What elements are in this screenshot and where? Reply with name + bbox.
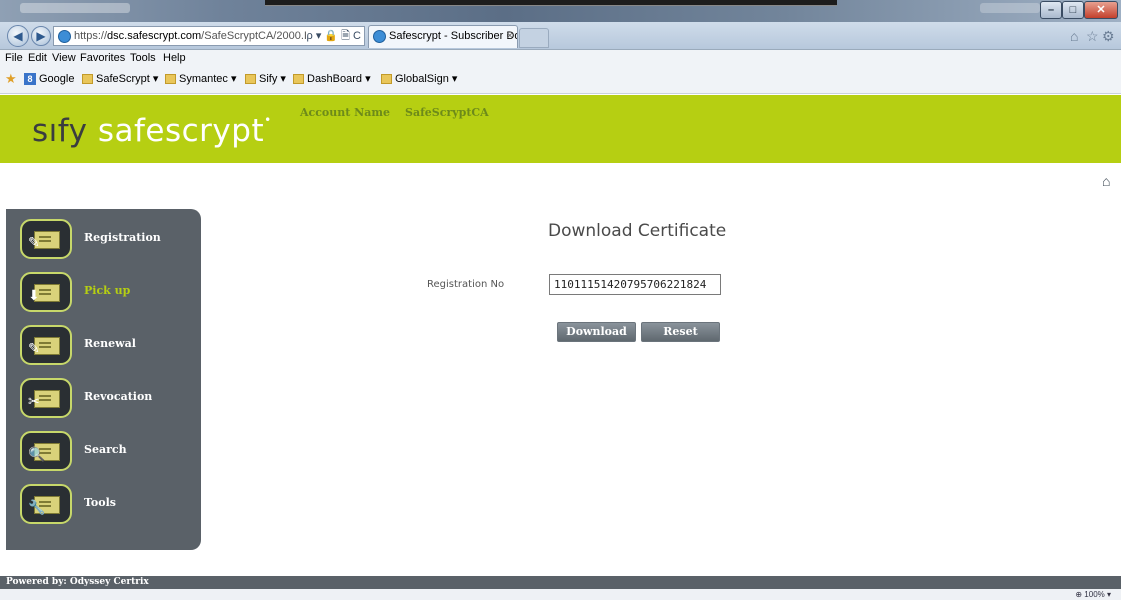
address-prefix: https:// [74, 30, 108, 42]
favorite-google[interactable]: 8 Google [24, 67, 74, 91]
folder-icon [381, 74, 392, 85]
certificate-pen-icon: ✎ [20, 219, 72, 259]
browser-nav-bar: ◀ ▶ https://dsc.safescrypt.com/SafeScryp… [0, 22, 1121, 50]
powered-by-text: Powered by: Odyssey Certrix [6, 577, 149, 587]
minimize-button[interactable]: – [1040, 1, 1062, 19]
back-arrow-icon: ◀ [13, 29, 23, 43]
tab-active[interactable]: Safescrypt - Subscriber Do... × [368, 25, 518, 48]
download-button[interactable]: Download [557, 322, 636, 342]
site-footer: Powered by: Odyssey Certrix [0, 576, 1121, 589]
new-tab-button[interactable] [519, 28, 549, 48]
tab-close-icon[interactable]: × [507, 26, 513, 47]
menu-help[interactable]: Help [163, 50, 186, 67]
home-icon[interactable]: ⌂ [1102, 174, 1116, 188]
favorites-star-icon[interactable]: ★ [5, 67, 17, 91]
sify-safescrypt-logo[interactable]: sıfy safescrypt• [32, 113, 272, 149]
sidebar-item-label: Registration [84, 231, 161, 244]
logo-sify-text: sıfy [32, 113, 88, 149]
forward-button[interactable]: ▶ [31, 26, 51, 46]
favorite-dashboard[interactable]: DashBoard ▾ [293, 67, 371, 91]
account-name-value: SafeScryptCA [405, 106, 489, 119]
browser-window: – □ ✕ ◀ ▶ https://dsc.safescrypt.com/Saf… [0, 0, 1121, 600]
sidebar-item-label: Renewal [84, 337, 136, 350]
folder-icon [165, 74, 176, 85]
forward-arrow-icon: ▶ [36, 29, 46, 43]
sidebar-item-label: Search [84, 443, 127, 456]
favorites-star-icon[interactable]: ☆ [1086, 28, 1099, 45]
settings-gear-icon[interactable]: ⚙ [1102, 28, 1115, 45]
registration-no-input[interactable] [549, 274, 721, 295]
sidebar-item-label: Tools [84, 496, 116, 509]
back-button[interactable]: ◀ [7, 25, 29, 47]
top-crop-strip [265, 0, 837, 6]
sidebar-item-tools[interactable]: 🔧 Tools [20, 484, 195, 526]
reset-button[interactable]: Reset [641, 322, 720, 342]
certificate-tools-icon: 🔧 [20, 484, 72, 524]
sidebar-item-renewal[interactable]: ✎ Renewal [20, 325, 195, 367]
menu-favorites[interactable]: Favorites [80, 50, 125, 67]
home-browser-icon[interactable]: ⌂ [1070, 28, 1078, 44]
favorite-safescrypt[interactable]: SafeScrypt ▾ [82, 67, 158, 91]
folder-icon [293, 74, 304, 85]
certificate-download-icon: ⬇ [20, 272, 72, 312]
folder-icon [82, 74, 93, 85]
page-title: Download Certificate [548, 221, 727, 241]
sidebar-item-registration[interactable]: ✎ Registration [20, 219, 195, 261]
maximize-button[interactable]: □ [1062, 1, 1084, 19]
logo-mark: • [264, 113, 272, 127]
registration-no-label: Registration No [427, 279, 505, 290]
title-text-blurred [20, 3, 130, 13]
google-icon: 8 [24, 73, 36, 86]
address-tools-icons[interactable]: ρ ▾ 🔒 🗎 C [307, 27, 362, 45]
search-box-blurred [980, 3, 1040, 13]
menu-view[interactable]: View [52, 50, 76, 67]
sidebar-item-search[interactable]: 🔍 Search [20, 431, 195, 473]
folder-icon [245, 74, 256, 85]
ie-page-icon [58, 30, 71, 43]
sidebar-item-pick-up[interactable]: ⬇ Pick up [20, 272, 195, 314]
sidebar-item-revocation[interactable]: ✂ Revocation [20, 378, 195, 420]
favorite-symantec[interactable]: Symantec ▾ [165, 67, 237, 91]
address-domain: dsc.safescrypt.com [107, 30, 202, 42]
tab-ie-icon [373, 30, 386, 43]
tab-title: Safescrypt - Subscriber Do... [389, 30, 518, 42]
certificate-search-icon: 🔍 [20, 431, 72, 471]
favorite-sify[interactable]: Sify ▾ [245, 67, 286, 91]
logo-safescrypt-text: safescrypt [97, 113, 265, 149]
close-window-button[interactable]: ✕ [1084, 1, 1118, 19]
zoom-level[interactable]: ⊕ 100% ▾ [1075, 589, 1111, 600]
browser-status-bar: ⊕ 100% ▾ [0, 589, 1121, 600]
sidebar-item-label: Pick up [84, 284, 131, 297]
account-name-label: Account Name [300, 106, 390, 119]
menu-edit[interactable]: Edit [28, 50, 47, 67]
certificate-revoke-icon: ✂ [20, 378, 72, 418]
sidebar-nav: ✎ Registration ⬇ Pick up ✎ Renewal ✂ Rev… [6, 209, 201, 550]
menu-file[interactable]: File [5, 50, 23, 67]
address-bar[interactable]: https://dsc.safescrypt.com/SafeScryptCA/… [53, 26, 365, 46]
menu-bar: File Edit View Favorites Tools Help [0, 50, 1121, 67]
sidebar-item-label: Revocation [84, 390, 153, 403]
certificate-renew-icon: ✎ [20, 325, 72, 365]
address-path: /SafeScryptCA/2000.I [201, 30, 307, 42]
favorites-bar: ★ 8 Google SafeScrypt ▾ Symantec ▾ Sify ▾… [0, 67, 1121, 94]
favorite-globalsign[interactable]: GlobalSign ▾ [381, 67, 457, 91]
menu-tools[interactable]: Tools [130, 50, 156, 67]
